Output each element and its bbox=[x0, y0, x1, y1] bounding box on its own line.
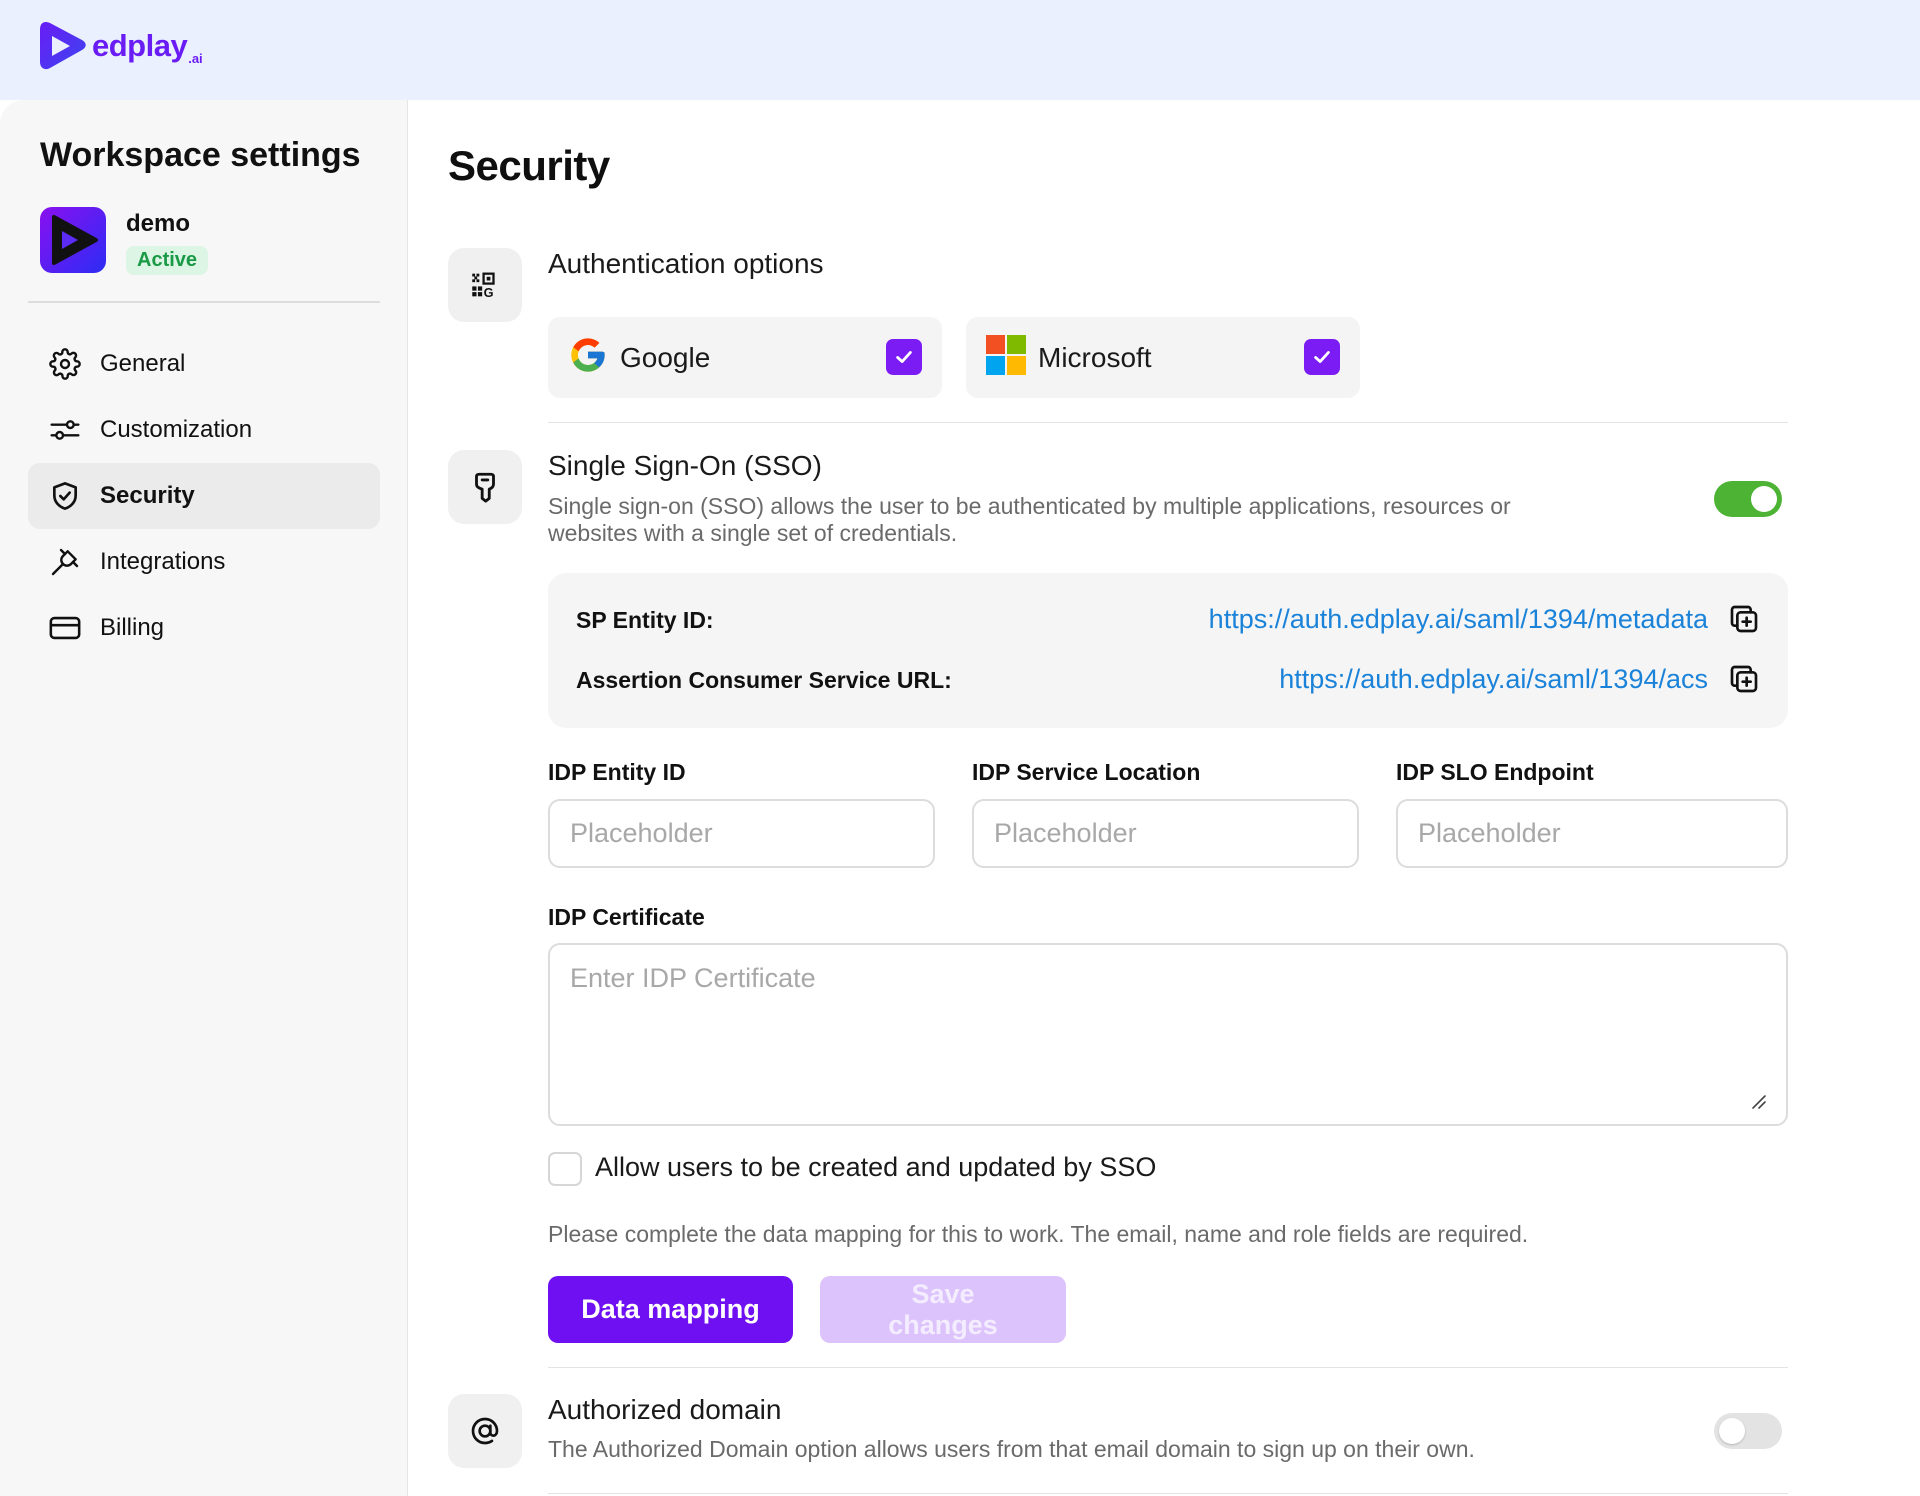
sp-info-panel: SP Entity ID: https://auth.edplay.ai/sam… bbox=[548, 573, 1788, 728]
page-title: Security bbox=[448, 142, 610, 189]
sidebar-item-general[interactable]: General bbox=[28, 331, 380, 397]
microsoft-option[interactable]: Microsoft bbox=[966, 317, 1360, 398]
key-icon bbox=[448, 450, 522, 524]
brand-logo[interactable]: edplay .ai bbox=[38, 18, 203, 74]
edplay-logo-icon bbox=[40, 22, 86, 70]
section-divider bbox=[548, 422, 1788, 423]
copy-icon[interactable] bbox=[1728, 603, 1760, 635]
sidebar-title: Workspace settings bbox=[40, 136, 361, 174]
sidebar-item-customization[interactable]: Customization bbox=[28, 397, 380, 463]
idp-service-location-input[interactable] bbox=[972, 799, 1359, 868]
authorized-domain-title: Authorized domain bbox=[548, 1394, 782, 1425]
google-option[interactable]: Google bbox=[548, 317, 942, 398]
workspace-name: demo bbox=[126, 210, 191, 237]
sidebar-item-label: Billing bbox=[100, 614, 165, 641]
sidebar-nav: General Customization Security Integrati… bbox=[28, 331, 380, 661]
toggle-knob bbox=[1719, 1418, 1745, 1444]
idp-service-location-label: IDP Service Location bbox=[972, 759, 1201, 785]
at-sign-icon bbox=[448, 1394, 522, 1468]
sso-toggle[interactable] bbox=[1714, 481, 1782, 517]
idp-certificate-textarea[interactable] bbox=[548, 943, 1788, 1126]
checkmark-icon bbox=[1314, 351, 1330, 363]
google-checkbox[interactable] bbox=[886, 339, 922, 375]
acs-link[interactable]: https://auth.edplay.ai/saml/1394/acs bbox=[1279, 664, 1708, 695]
main-content: Security G Authentication options Google bbox=[408, 100, 1920, 1496]
microsoft-checkbox[interactable] bbox=[1304, 339, 1340, 375]
sliders-icon bbox=[48, 413, 82, 447]
brand-name: edplay bbox=[92, 28, 188, 63]
toggle-knob bbox=[1751, 486, 1777, 512]
auth-options-title: Authentication options bbox=[548, 248, 824, 279]
plug-icon bbox=[48, 545, 82, 579]
resize-handle-icon[interactable] bbox=[1745, 1088, 1769, 1112]
authorized-domain-description: The Authorized Domain option allows user… bbox=[548, 1436, 1475, 1462]
idp-certificate-label: IDP Certificate bbox=[548, 904, 705, 930]
shield-check-icon bbox=[48, 479, 82, 513]
sidebar-divider bbox=[28, 301, 380, 303]
idp-slo-endpoint-label: IDP SLO Endpoint bbox=[1396, 759, 1594, 785]
gear-icon bbox=[48, 347, 82, 381]
sidebar: Workspace settings demo Active General C… bbox=[0, 100, 408, 1496]
qr-code-icon: G bbox=[448, 248, 522, 322]
idp-slo-endpoint-input[interactable] bbox=[1396, 799, 1788, 868]
sidebar-item-billing[interactable]: Billing bbox=[28, 595, 380, 661]
credit-card-icon bbox=[48, 611, 82, 645]
authorized-domain-toggle[interactable] bbox=[1714, 1413, 1782, 1449]
sidebar-item-label: Integrations bbox=[100, 548, 226, 575]
google-logo-icon bbox=[568, 335, 608, 380]
sso-title: Single Sign-On (SSO) bbox=[548, 450, 822, 481]
sp-entity-link[interactable]: https://auth.edplay.ai/saml/1394/metadat… bbox=[1209, 604, 1708, 635]
checkmark-icon bbox=[896, 351, 912, 363]
workspace-avatar[interactable] bbox=[40, 207, 106, 273]
allow-users-label[interactable]: Allow users to be created and updated by… bbox=[595, 1152, 1156, 1183]
sso-description-line1: Single sign-on (SSO) allows the user to … bbox=[548, 493, 1511, 519]
brand-suffix: .ai bbox=[188, 51, 203, 66]
microsoft-logo-icon bbox=[986, 335, 1026, 380]
sidebar-item-label: Security bbox=[100, 482, 195, 509]
acs-label: Assertion Consumer Service URL: bbox=[576, 667, 952, 693]
status-badge: Active bbox=[126, 246, 209, 275]
top-bar: edplay .ai bbox=[0, 0, 1920, 100]
sidebar-item-security[interactable]: Security bbox=[28, 463, 380, 529]
svg-text:G: G bbox=[484, 285, 494, 300]
copy-icon[interactable] bbox=[1728, 663, 1760, 695]
sidebar-item-integrations[interactable]: Integrations bbox=[28, 529, 380, 595]
microsoft-label: Microsoft bbox=[1038, 341, 1152, 373]
sso-description-line2: websites with a single set of credential… bbox=[548, 520, 958, 546]
section-divider bbox=[548, 1367, 1788, 1368]
workspace-logo-icon bbox=[40, 207, 106, 273]
data-mapping-button[interactable]: Data mapping bbox=[548, 1276, 793, 1343]
save-changes-button[interactable]: Save changes bbox=[820, 1276, 1066, 1343]
mapping-note: Please complete the data mapping for thi… bbox=[548, 1221, 1529, 1247]
section-divider bbox=[548, 1493, 1788, 1494]
allow-users-checkbox[interactable] bbox=[548, 1152, 582, 1186]
idp-entity-id-label: IDP Entity ID bbox=[548, 759, 686, 785]
sidebar-item-label: Customization bbox=[100, 416, 253, 443]
google-label: Google bbox=[620, 341, 711, 373]
sidebar-item-label: General bbox=[100, 350, 186, 377]
sp-entity-label: SP Entity ID: bbox=[576, 607, 714, 633]
idp-entity-id-input[interactable] bbox=[548, 799, 935, 868]
